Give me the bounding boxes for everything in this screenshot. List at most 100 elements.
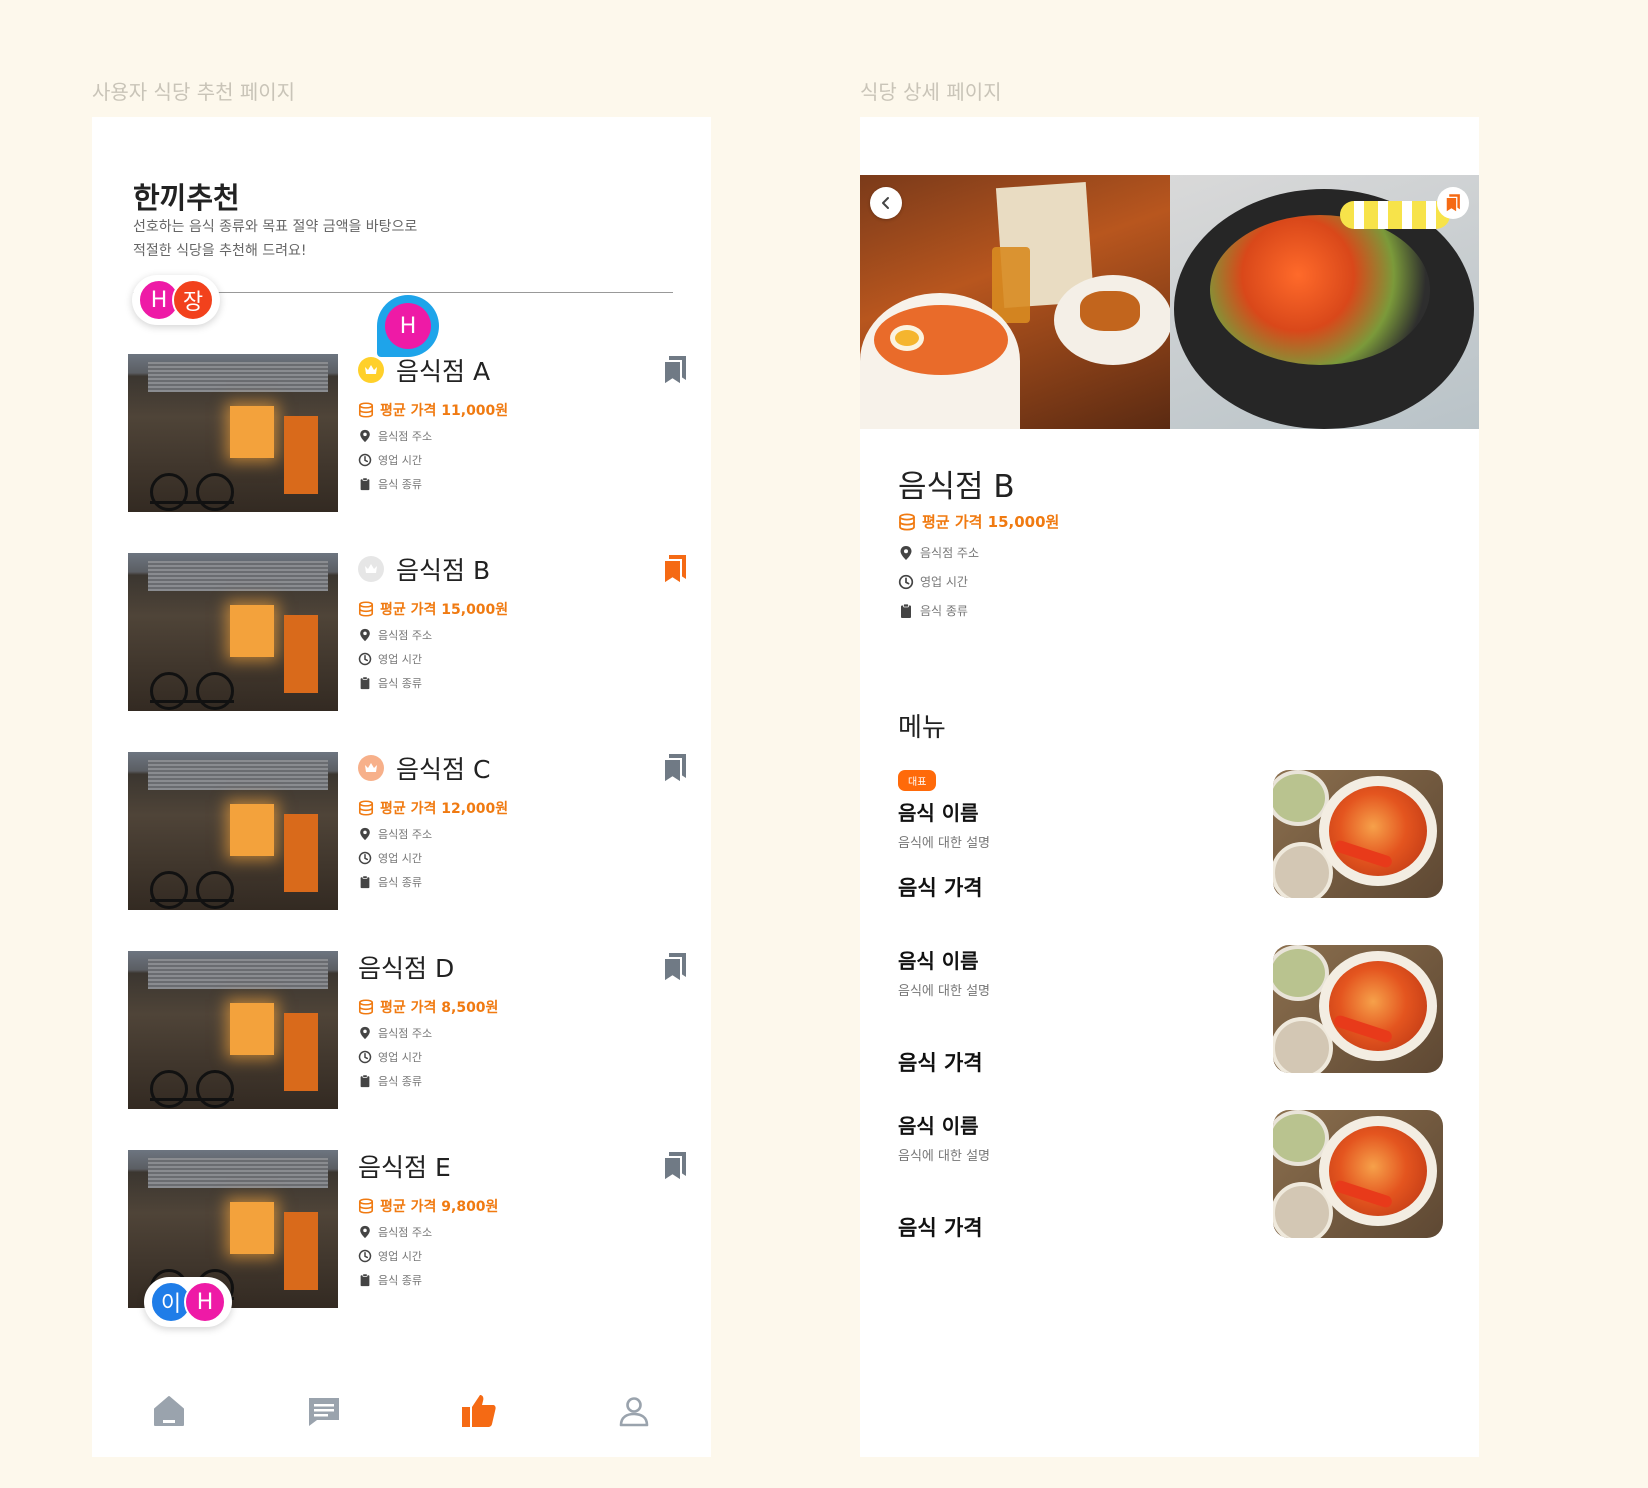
menu-item[interactable]: 음식 이름 음식에 대한 설명 음식 가격 (898, 945, 1443, 1075)
rank-crown-icon (358, 755, 384, 781)
restaurant-name: 음식점 C (358, 752, 648, 784)
avatar[interactable]: H (184, 1281, 226, 1323)
page-subtitle: 선호하는 음식 종류와 목표 절약 금액을 바탕으로 적절한 식당을 추천해 드… (133, 215, 493, 263)
category-text: 음식 종류 (378, 1075, 422, 1088)
clipboard-icon (360, 676, 370, 690)
menu-item[interactable]: 대표 음식 이름 음식에 대한 설명 음식 가격 (898, 770, 1443, 900)
category-text: 음식 종류 (920, 604, 968, 618)
clock-icon (898, 574, 914, 589)
hours-text: 영업 시간 (378, 852, 422, 865)
bookmark-button[interactable] (1437, 187, 1469, 219)
subtitle-line-2: 적절한 식당을 추천해 드려요! (133, 243, 307, 259)
coins-icon (899, 513, 915, 531)
clock-icon (358, 851, 372, 865)
clipboard-icon (360, 1074, 370, 1088)
restaurant-card[interactable]: 음식점 C 평균 가격 12,000원 음식점 주소 영업 시간 음식 종류 (128, 752, 688, 910)
coins-icon (358, 402, 374, 418)
bookmark-button[interactable] (662, 354, 688, 387)
collaborator-cursor: H (377, 295, 439, 357)
address-row: 음식점 주소 (358, 428, 648, 444)
rank-crown-icon (358, 556, 384, 582)
subtitle-line-1: 선호하는 음식 종류와 목표 절약 금액을 바탕으로 (133, 219, 418, 235)
chevron-left-icon (882, 197, 889, 209)
restaurant-info: 음식점 B 평균 가격 15,000원 음식점 주소 영업 시간 음식 종류 (358, 553, 648, 691)
address-row: 음식점 주소 (358, 1224, 648, 1240)
collaborator-group-top[interactable]: H 장 (132, 275, 220, 325)
chat-icon (309, 1398, 340, 1426)
signature-badge: 대표 (898, 770, 937, 791)
clipboard-icon (360, 477, 370, 491)
rank-crown-icon (358, 357, 384, 383)
bookmark-button[interactable] (662, 752, 688, 785)
restaurant-photo (1170, 175, 1479, 429)
category-text: 음식 종류 (378, 478, 422, 491)
hours-row: 영업 시간 (358, 452, 648, 468)
restaurant-name: 음식점 A (358, 354, 648, 386)
bookmark-button[interactable] (662, 1150, 688, 1183)
restaurant-name-text: 음식점 D (358, 954, 455, 983)
category-row: 음식 종류 (358, 1272, 648, 1288)
category-row: 음식 종류 (358, 675, 648, 691)
left-frame-label: 사용자 식당 추천 페이지 (92, 80, 296, 104)
menu-item[interactable]: 음식 이름 음식에 대한 설명 음식 가격 (898, 1110, 1443, 1240)
restaurant-name-text: 음식점 C (396, 755, 491, 784)
hours-row: 영업 시간 (898, 573, 1059, 590)
coins-icon (358, 999, 374, 1015)
nav-home[interactable] (143, 1385, 195, 1437)
restaurant-photo (860, 175, 1170, 429)
price-text: 평균 가격 15,000원 (380, 602, 509, 618)
clipboard-icon (901, 603, 911, 618)
restaurant-card[interactable]: 음식점 D 평균 가격 8,500원 음식점 주소 영업 시간 음식 종류 (128, 951, 688, 1109)
back-button[interactable] (870, 187, 902, 219)
restaurant-info: 음식점 A 평균 가격 11,000원 음식점 주소 영업 시간 음식 종류 (358, 354, 648, 492)
clock-icon (358, 652, 372, 666)
location-pin-icon (360, 429, 370, 443)
recommend-screen: 한끼추천 선호하는 음식 종류와 목표 절약 금액을 바탕으로 적절한 식당을 … (92, 117, 711, 1457)
hours-text: 영업 시간 (378, 1051, 422, 1064)
bookmark-icon (663, 1152, 686, 1183)
restaurant-photo (128, 951, 338, 1109)
clock-icon (358, 1050, 372, 1064)
restaurant-name: 음식점 B (898, 469, 1015, 505)
collaborator-group-bottom[interactable]: 이 H (144, 1277, 232, 1327)
menu-section-title: 메뉴 (898, 713, 946, 743)
bookmark-button[interactable] (662, 553, 688, 586)
menu-price: 음식 가격 (898, 1051, 983, 1075)
photo-gallery[interactable] (860, 175, 1479, 429)
coins-icon (358, 800, 374, 816)
category-text: 음식 종류 (378, 677, 422, 690)
category-text: 음식 종류 (378, 876, 422, 889)
location-pin-icon (360, 1026, 370, 1040)
category-text: 음식 종류 (378, 1274, 422, 1287)
restaurant-card[interactable]: 음식점 A 평균 가격 11,000원 음식점 주소 영업 시간 음식 종류 (128, 354, 688, 512)
address-text: 음식점 주소 (920, 546, 980, 560)
menu-photo (1273, 1110, 1443, 1238)
coins-icon (358, 1198, 374, 1214)
hours-row: 영업 시간 (358, 1049, 648, 1065)
user-icon (619, 1397, 648, 1427)
hours-row: 영업 시간 (358, 850, 648, 866)
clock-icon (358, 1249, 372, 1263)
menu-photo (1273, 945, 1443, 1073)
category-row: 음식 종류 (358, 1073, 648, 1089)
nav-profile[interactable] (608, 1385, 660, 1437)
right-frame-label: 식당 상세 페이지 (860, 80, 1002, 104)
clipboard-icon (360, 875, 370, 889)
hours-text: 영업 시간 (378, 653, 422, 666)
restaurant-info: 음식점 C 평균 가격 12,000원 음식점 주소 영업 시간 음식 종류 (358, 752, 648, 890)
restaurant-info: 음식점 E 평균 가격 9,800원 음식점 주소 영업 시간 음식 종류 (358, 1150, 648, 1288)
restaurant-card[interactable]: 음식점 B 평균 가격 15,000원 음식점 주소 영업 시간 음식 종류 (128, 553, 688, 711)
location-pin-icon (360, 1225, 370, 1239)
bookmark-button[interactable] (662, 951, 688, 984)
location-pin-icon (360, 628, 370, 642)
restaurant-name: 음식점 B (358, 553, 648, 585)
nav-chat[interactable] (298, 1385, 350, 1437)
nav-recommend[interactable] (453, 1385, 505, 1437)
price-text: 평균 가격 8,500원 (380, 1000, 499, 1016)
category-row: 음식 종류 (358, 874, 648, 890)
bookmark-icon (1445, 194, 1460, 213)
restaurant-photo (128, 354, 338, 512)
avatar[interactable]: 장 (172, 279, 214, 321)
address-text: 음식점 주소 (378, 430, 433, 443)
restaurant-name: 음식점 D (358, 951, 648, 983)
